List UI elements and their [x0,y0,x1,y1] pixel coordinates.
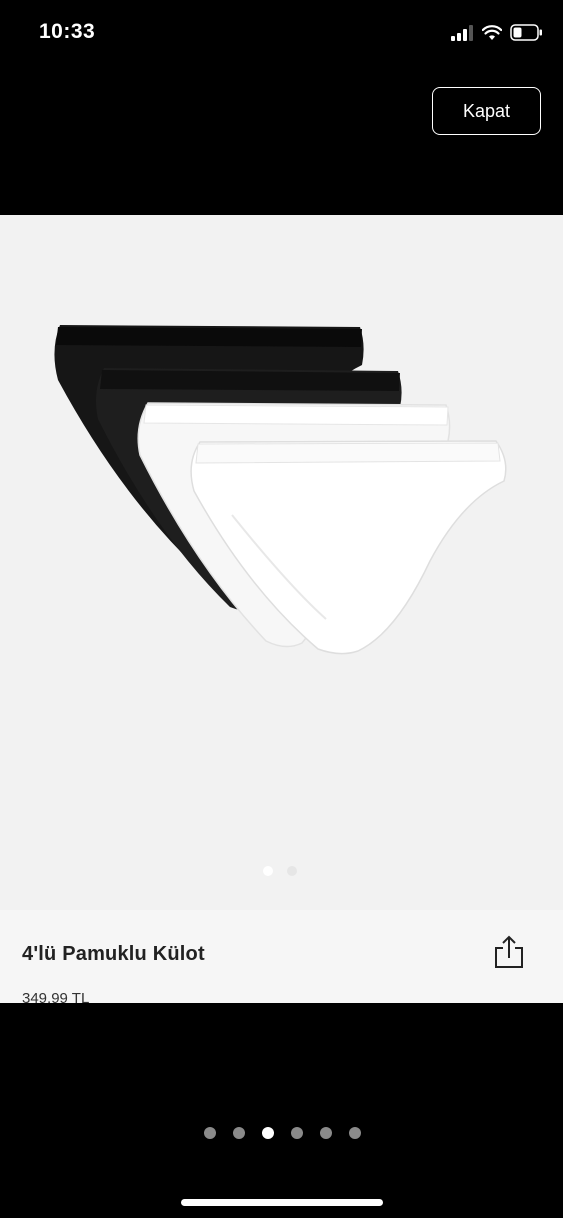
signal-icon [451,24,473,41]
product-title: 4'lü Pamuklu Külot [22,943,205,965]
gallery-page-dot[interactable] [233,1127,245,1139]
share-icon[interactable] [492,934,526,970]
product-photo [54,325,507,655]
image-page-dot[interactable] [287,866,297,876]
product-image[interactable] [0,215,563,910]
gallery-page-dot[interactable] [204,1127,216,1139]
home-indicator[interactable] [181,1199,383,1206]
close-button[interactable]: Kapat [432,87,541,135]
status-time: 10:33 [39,20,96,43]
image-pagination [263,866,297,876]
gallery-page-dot[interactable] [320,1127,332,1139]
gallery-page-dot[interactable] [262,1127,274,1139]
gallery-pagination [204,1127,361,1139]
product-info: 4'lü Pamuklu Külot 349,99 TL [0,910,563,1003]
wifi-icon [482,24,502,40]
status-icons [450,24,543,41]
gallery-page-dot[interactable] [349,1127,361,1139]
battery-icon [510,24,542,41]
image-page-dot[interactable] [263,866,273,876]
product-sheet: 4'lü Pamuklu Külot 349,99 TL [0,215,563,1003]
gallery-page-dot[interactable] [291,1127,303,1139]
status-bar: 10:33 [0,0,563,70]
product-price: 349,99 TL [22,990,90,1003]
